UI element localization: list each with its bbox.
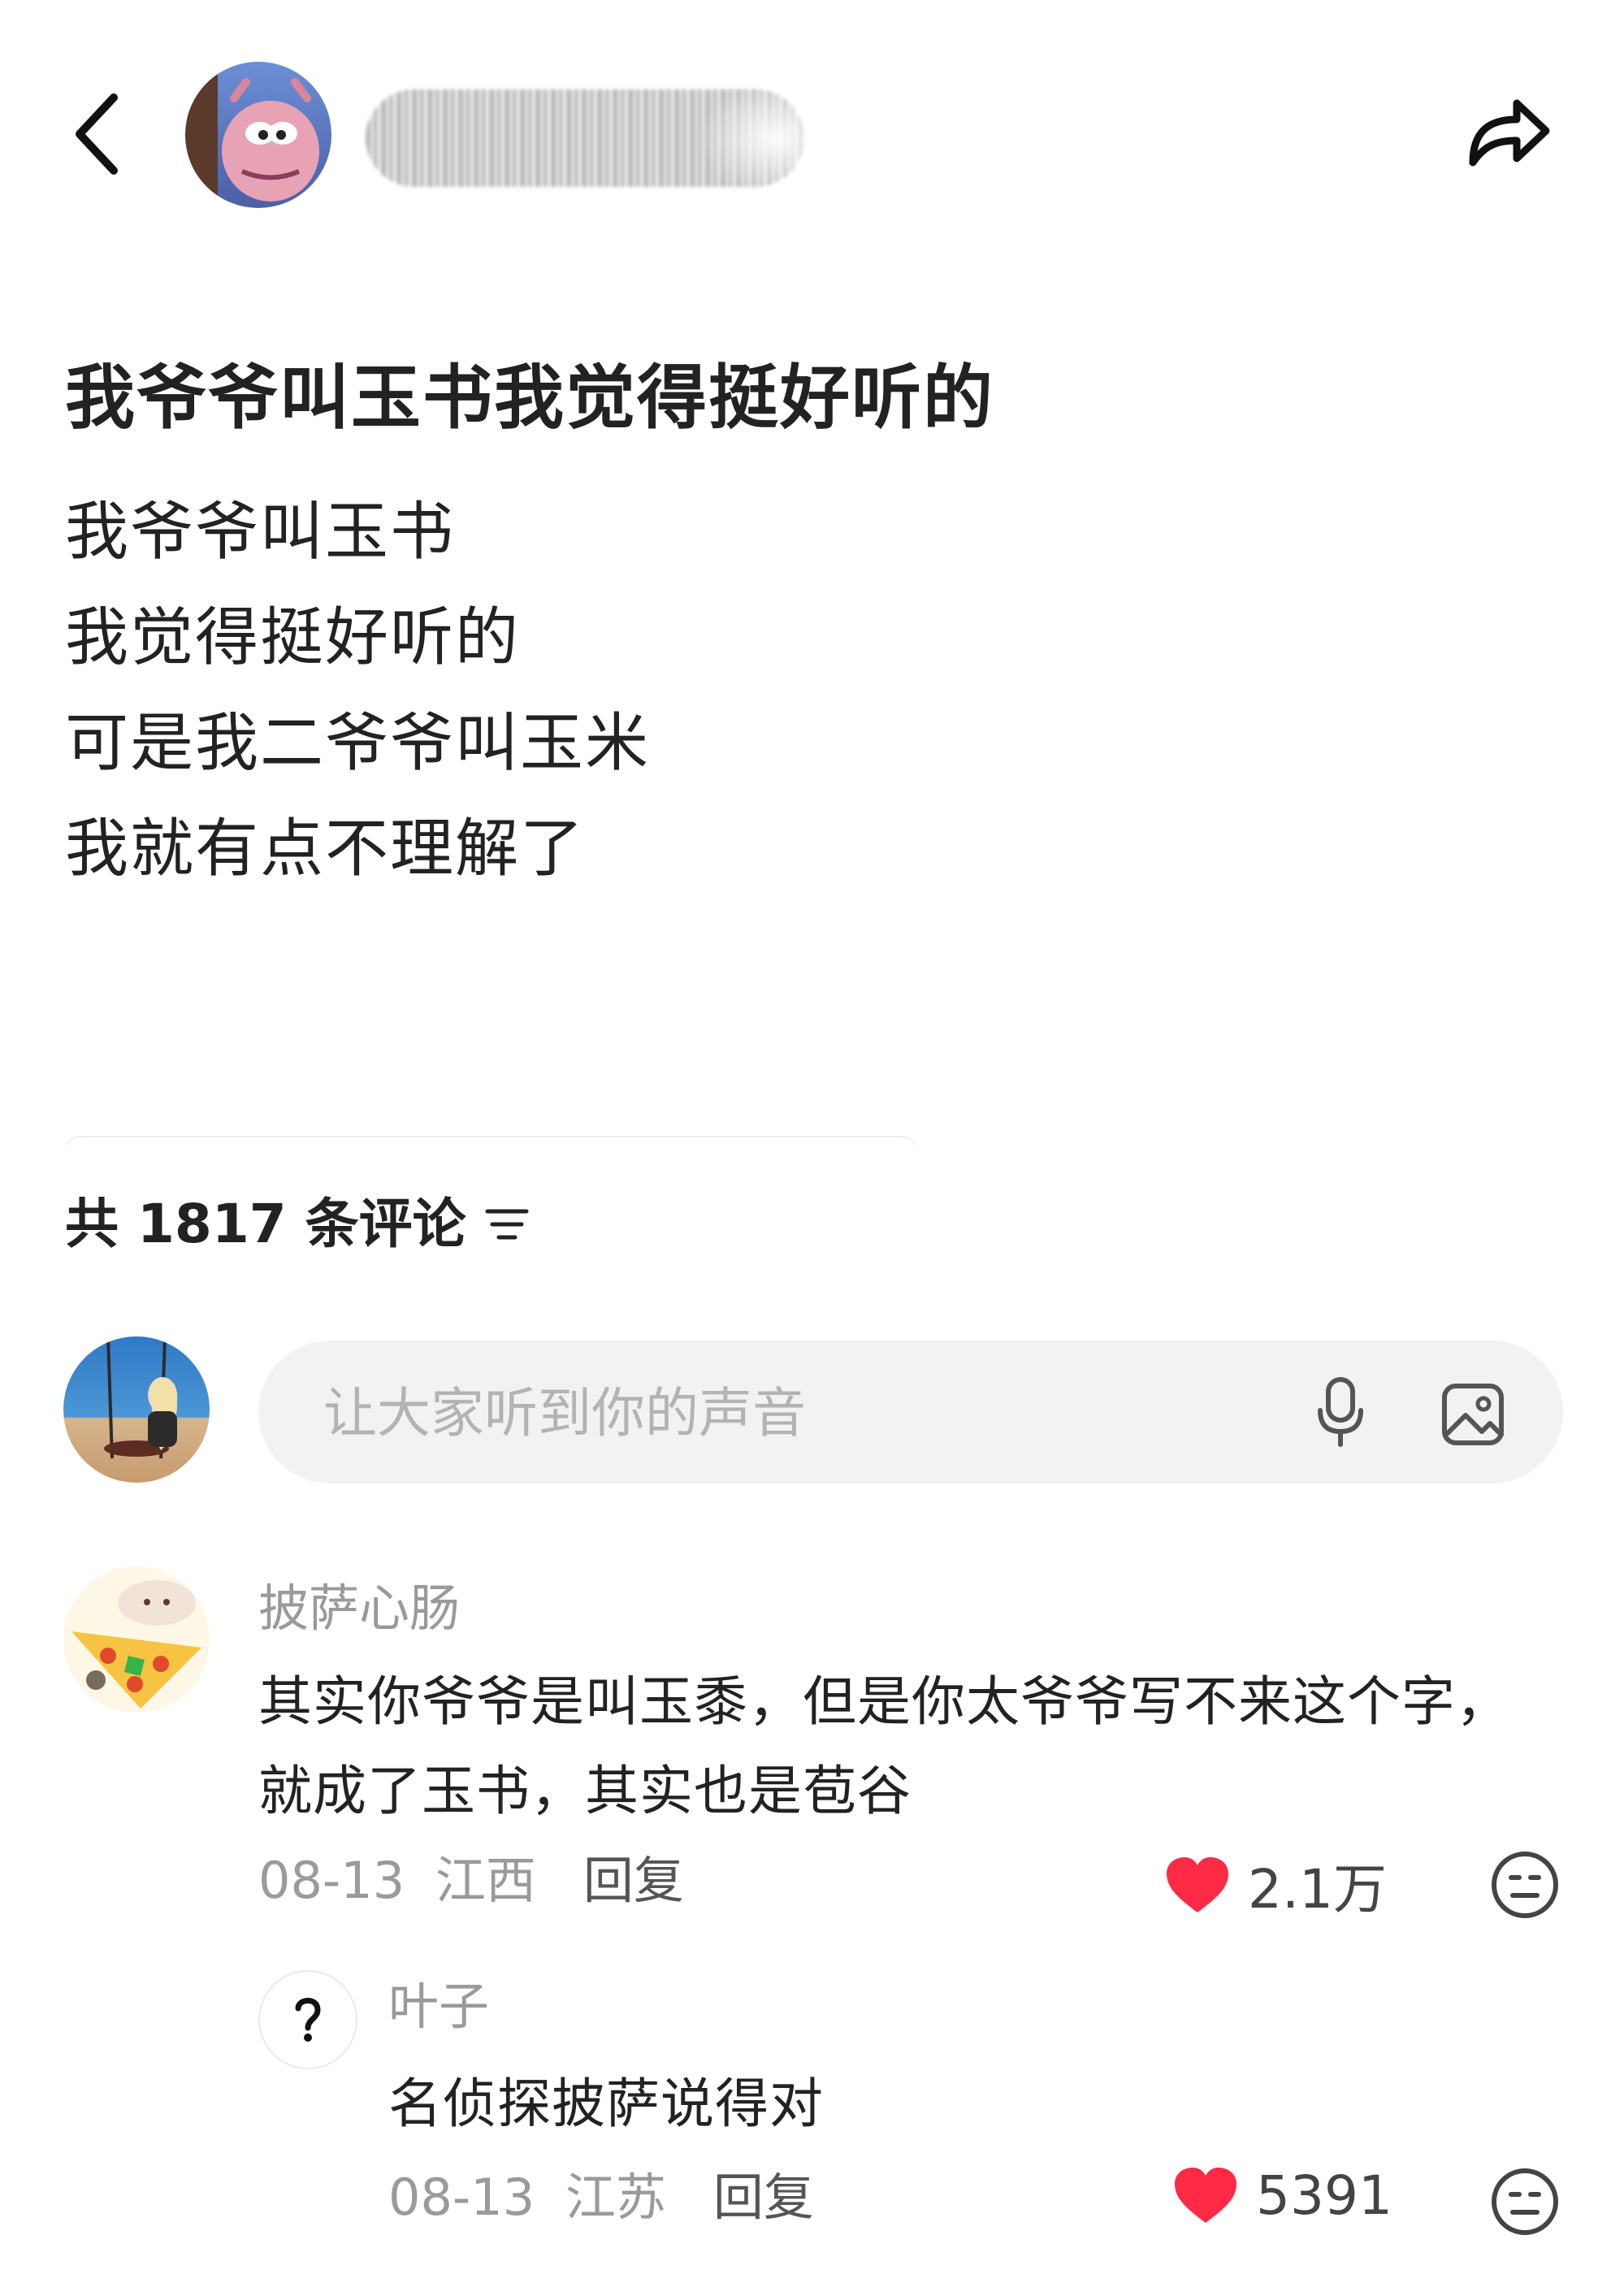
like-button[interactable]: 5391 — [1170, 2163, 1392, 2228]
post-line: 我爷爷叫玉书 — [65, 496, 456, 569]
comment-date: 08-13 — [258, 1851, 405, 1910]
comment-input-placeholder: 让大家听到你的声音 — [323, 1382, 806, 1445]
my-avatar[interactable] — [63, 1336, 210, 1483]
comments-count-label: 共 1817 条评论 — [65, 1193, 466, 1255]
question-mark-icon — [295, 1998, 321, 2042]
post-body: 我爷爷叫玉书 我觉得挺好听的 可是我二爷爷叫玉米 我就有点不理解了 — [65, 479, 1568, 902]
post-line: 我就有点不理解了 — [65, 812, 586, 886]
reply-location: 江苏 — [565, 2168, 666, 2227]
comment-author[interactable]: 披萨心肠 — [258, 1572, 460, 1645]
like-count: 5391 — [1256, 2164, 1392, 2227]
reply-author[interactable]: 叶子 — [388, 1970, 489, 2043]
microphone-icon[interactable] — [1312, 1375, 1369, 1449]
author-avatar[interactable] — [185, 62, 331, 208]
comment-text-line: 其实你爷爷是叫玉黍，但是你太爷爷写不来这个字， — [258, 1670, 1510, 1733]
sort-filter-icon[interactable] — [483, 1200, 531, 1249]
reply-date: 08-13 — [388, 2168, 535, 2227]
emoji-reaction-icon[interactable] — [1488, 2165, 1561, 2238]
reply-author-avatar[interactable] — [258, 1970, 357, 2069]
comment-meta: 08-13 江西 回复 — [258, 1840, 684, 1921]
reply-text: 名侦探披萨说得对 — [388, 2073, 824, 2135]
back-chevron-icon[interactable] — [65, 89, 130, 179]
post-line: 我觉得挺好听的 — [65, 601, 521, 674]
reply-button[interactable]: 回复 — [713, 2157, 814, 2238]
post-line: 可是我二爷爷叫玉米 — [65, 707, 651, 780]
comment-text: 其实你爷爷是叫玉黍，但是你太爷爷写不来这个字， 就成了玉书，其实也是苞谷 — [258, 1657, 1574, 1836]
like-count: 2.1万 — [1248, 1858, 1387, 1921]
share-arrow-icon[interactable] — [1458, 85, 1556, 183]
comment-location: 江西 — [435, 1851, 536, 1910]
emoji-reaction-icon[interactable] — [1488, 1848, 1561, 1921]
author-name-fade — [699, 81, 853, 195]
post-title: 我爷爷叫玉书我觉得挺好听的 — [65, 357, 994, 439]
heart-icon — [1175, 2168, 1236, 2223]
divider — [62, 1136, 920, 1157]
commenter-avatar[interactable] — [63, 1566, 210, 1713]
comment-text-line: 就成了玉书，其实也是苞谷 — [258, 1760, 912, 1822]
like-button[interactable]: 2.1万 — [1162, 1846, 1387, 1924]
comments-count: 共 1817 条评论 — [65, 1188, 531, 1261]
heart-icon — [1167, 1857, 1228, 1912]
image-icon[interactable] — [1440, 1381, 1506, 1448]
reply-meta: 08-13 江苏 回复 — [388, 2157, 814, 2238]
comment-date-location: 08-13 江西 — [258, 1840, 536, 1921]
reply-date-location: 08-13 江苏 — [388, 2157, 666, 2238]
reply-button[interactable]: 回复 — [583, 1840, 684, 1921]
